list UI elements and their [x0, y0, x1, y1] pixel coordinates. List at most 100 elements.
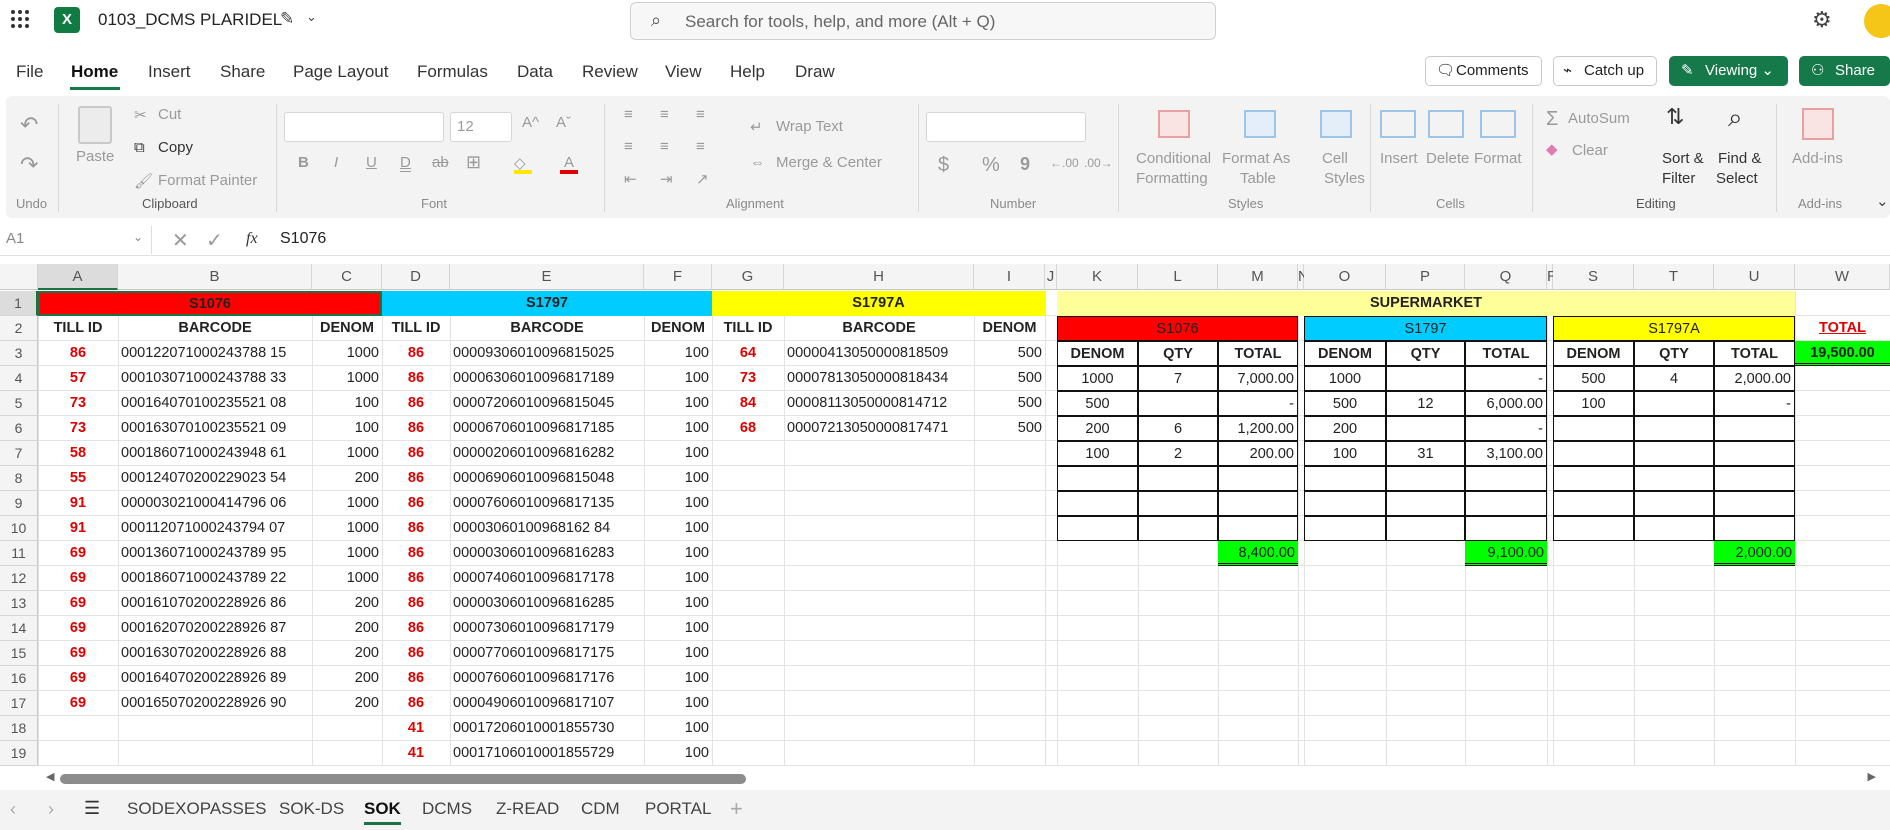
till-id[interactable]: 41 [382, 716, 450, 741]
prev-sheet-icon[interactable]: ‹ [10, 799, 16, 820]
find-select-label[interactable]: Find & [1718, 150, 1761, 167]
sm-cell[interactable]: 100 [1304, 441, 1386, 466]
viewing-button[interactable]: ✎ Viewing ⌄ [1669, 56, 1788, 86]
menu-file[interactable]: File [16, 62, 43, 82]
barcode[interactable]: 000003021000414796 06 [118, 491, 312, 516]
sm-cell[interactable] [1634, 441, 1714, 466]
till-id[interactable]: 41 [382, 741, 450, 766]
decrease-decimal-icon[interactable]: .00→ [1084, 156, 1113, 170]
comma-style-button[interactable]: 9 [1020, 154, 1030, 175]
till-id[interactable]: 86 [382, 366, 450, 391]
format-as-table-label-2[interactable]: Table [1240, 170, 1276, 187]
row-header-18[interactable]: 18 [0, 716, 38, 741]
barcode[interactable]: 00000413050000818509 [784, 341, 974, 366]
sm-cell[interactable]: 100 [1553, 391, 1634, 416]
barcode[interactable]: 00007206010096815045 [450, 391, 644, 416]
column-title[interactable]: TILL ID [382, 316, 450, 341]
sm-cell[interactable]: 7,000.00 [1218, 366, 1298, 391]
row-header-10[interactable]: 10 [0, 516, 38, 541]
till-id[interactable]: 69 [38, 666, 118, 691]
sm-cell[interactable] [1553, 416, 1634, 441]
column-header-h[interactable]: H [784, 264, 974, 290]
conditional-formatting-icon[interactable] [1158, 110, 1190, 138]
sm-cell[interactable]: 500 [1304, 391, 1386, 416]
search-box[interactable]: ⌕ Search for tools, help, and more (Alt … [630, 2, 1216, 40]
sm-cell[interactable]: 1000 [1057, 366, 1138, 391]
sort-filter-icon[interactable]: ⇅ [1666, 104, 1684, 130]
insert-cells-button[interactable]: Insert [1380, 150, 1418, 167]
sheet-tab-portal[interactable]: PORTAL [645, 799, 711, 819]
till-id[interactable]: 68 [712, 416, 784, 441]
enter-check-icon[interactable]: ✓ [206, 228, 223, 253]
indent-increase-icon[interactable]: ⇥ [660, 170, 673, 188]
menu-home[interactable]: Home [71, 62, 118, 82]
denom[interactable]: 100 [644, 541, 712, 566]
column-title[interactable]: BARCODE [784, 316, 974, 341]
delete-cells-button[interactable]: Delete [1426, 150, 1469, 167]
column-header-f[interactable]: F [644, 264, 712, 290]
denom[interactable]: 100 [644, 516, 712, 541]
sm-cell[interactable]: 500 [1057, 391, 1138, 416]
barcode[interactable]: 00006306010096817189 [450, 366, 644, 391]
column-header-i[interactable]: I [974, 264, 1045, 290]
column-title[interactable]: DENOM [644, 316, 712, 341]
ribbon-collapse-icon[interactable]: ⌄ [1876, 192, 1889, 210]
sheet-tab-sodexopasses[interactable]: SODEXOPASSES [127, 799, 267, 819]
till-id[interactable]: 69 [38, 616, 118, 641]
denom[interactable]: 1000 [312, 491, 382, 516]
denom[interactable]: 200 [312, 616, 382, 641]
sm-cell[interactable] [1218, 516, 1298, 541]
barcode[interactable]: 000165070200228926 90 [118, 691, 312, 716]
till-id[interactable]: 84 [712, 391, 784, 416]
sm-cell[interactable] [1634, 416, 1714, 441]
sm-cell[interactable] [1138, 491, 1218, 516]
undo-icon[interactable]: ↶ [20, 112, 38, 138]
sm-cell[interactable] [1386, 516, 1465, 541]
app-launcher-icon[interactable] [10, 9, 30, 29]
scroll-right-icon[interactable]: ▶ [1868, 770, 1876, 783]
redo-icon[interactable]: ↷ [20, 152, 38, 178]
comments-button[interactable]: 🗨 Comments [1425, 56, 1542, 86]
align-top-icon[interactable]: ≡ [624, 106, 633, 123]
row-header-13[interactable]: 13 [0, 591, 38, 616]
worksheet-grid[interactable]: ABCDEFGHIJKLMNOPQRSTUW123456789101112131… [0, 264, 1890, 766]
bold-button[interactable]: B [298, 154, 309, 171]
denom[interactable]: 1000 [312, 541, 382, 566]
row-header-7[interactable]: 7 [0, 441, 38, 466]
row-header-6[interactable]: 6 [0, 416, 38, 441]
sm-cell[interactable] [1138, 466, 1218, 491]
sm-cell[interactable] [1714, 491, 1795, 516]
sm-cell[interactable] [1386, 416, 1465, 441]
barcode[interactable]: 000186071000243789 22 [118, 566, 312, 591]
sm-cell[interactable] [1714, 516, 1795, 541]
column-header-w[interactable]: W [1795, 264, 1890, 290]
row-header-14[interactable]: 14 [0, 616, 38, 641]
sheet-tab-cdm[interactable]: CDM [581, 799, 620, 819]
till-id[interactable]: 58 [38, 441, 118, 466]
menu-view[interactable]: View [665, 62, 702, 82]
row-header-12[interactable]: 12 [0, 566, 38, 591]
denom[interactable]: 500 [974, 366, 1045, 391]
sm-header-s1076[interactable]: S1076 [1057, 316, 1298, 341]
align-center-icon[interactable]: ≡ [660, 138, 669, 155]
menu-draw[interactable]: Draw [795, 62, 835, 82]
denom[interactable]: 100 [644, 391, 712, 416]
sm-cell[interactable] [1386, 466, 1465, 491]
column-header-a[interactable]: A [38, 264, 118, 290]
till-id[interactable]: 86 [382, 666, 450, 691]
denom[interactable]: 200 [312, 591, 382, 616]
denom[interactable]: 200 [312, 466, 382, 491]
denom[interactable]: 100 [644, 641, 712, 666]
sm-cell[interactable] [1465, 491, 1547, 516]
sm-cell[interactable]: 200.00 [1218, 441, 1298, 466]
sm-column-title[interactable]: QTY [1634, 341, 1714, 366]
settings-gear-icon[interactable]: ⚙ [1812, 7, 1832, 33]
sm-cell[interactable] [1553, 491, 1634, 516]
row-header-4[interactable]: 4 [0, 366, 38, 391]
conditional-formatting-label[interactable]: Conditional [1136, 150, 1211, 167]
denom[interactable]: 1000 [312, 341, 382, 366]
denom[interactable]: 100 [644, 566, 712, 591]
autosum-icon[interactable]: Σ [1546, 108, 1558, 131]
barcode[interactable]: 000161070200228926 86 [118, 591, 312, 616]
wrap-text-icon[interactable]: ↵ [750, 118, 763, 136]
